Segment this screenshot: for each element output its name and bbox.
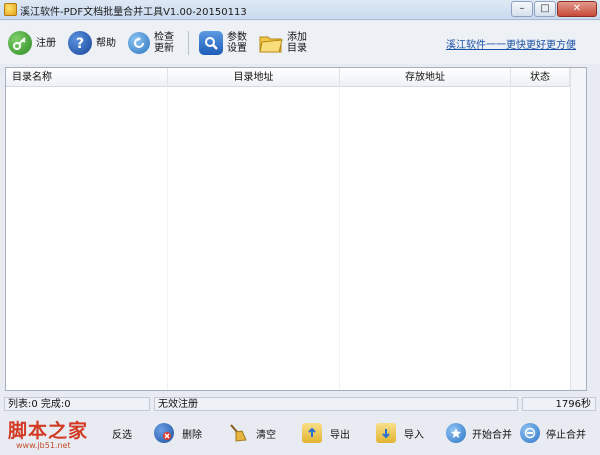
elapsed-time: 1796秒: [522, 397, 596, 411]
column-header-output[interactable]: 存放地址: [340, 68, 511, 87]
watermark-text: 脚本之家: [8, 420, 89, 442]
start-merge-label: 开始合并: [472, 429, 512, 441]
start-merge-button[interactable]: 开始合并: [446, 419, 512, 447]
svg-text:?: ?: [76, 36, 84, 51]
watermark: 脚本之家 www.jb51.net: [2, 414, 106, 454]
export-button[interactable]: 导出: [302, 419, 350, 447]
clear-label: 清空: [256, 429, 276, 441]
clear-button[interactable]: 清空: [228, 419, 276, 447]
column-header-status[interactable]: 状态: [511, 68, 570, 87]
toolbar: 注册 ? 帮助 检查更新 参数设置 添加目录 溪江软件一一更快更好更方便: [0, 21, 600, 64]
vertical-scrollbar[interactable]: [570, 68, 586, 390]
check-update-button[interactable]: 检查更新: [128, 28, 176, 58]
stop-icon: [520, 423, 540, 443]
directory-table[interactable]: 目录名称 目录地址 存放地址 状态: [5, 67, 587, 391]
settings-button[interactable]: 参数设置: [199, 28, 249, 58]
column-divider: [510, 87, 511, 390]
folder-icon: [259, 31, 283, 55]
start-icon: [446, 423, 466, 443]
list-count-status: 列表:0 完成:0: [4, 397, 150, 411]
import-button[interactable]: 导入: [376, 419, 424, 447]
import-icon: [376, 423, 396, 443]
export-icon: [302, 423, 322, 443]
registration-status: 无效注册: [154, 397, 518, 411]
import-label: 导入: [404, 429, 424, 441]
delete-label: 删除: [182, 429, 202, 441]
table-header: 目录名称 目录地址 存放地址 状态: [6, 68, 586, 87]
update-icon: [128, 32, 150, 54]
register-button[interactable]: 注册: [8, 28, 56, 58]
column-header-name[interactable]: 目录名称: [6, 68, 168, 87]
homepage-link[interactable]: 溪江软件一一更快更好更方便: [446, 36, 576, 51]
app-icon: [4, 3, 17, 16]
minimize-button[interactable]: –: [511, 1, 533, 17]
maximize-button[interactable]: □: [534, 1, 556, 17]
stop-merge-button[interactable]: 停止合并: [520, 419, 586, 447]
watermark-url: www.jb51.net: [16, 441, 71, 450]
settings-icon: [199, 31, 223, 55]
window-title: 溪江软件-PDF文档批量合并工具V1.00-20150113: [20, 7, 247, 18]
status-bar: 列表:0 完成:0 无效注册 1796秒: [0, 395, 600, 413]
help-label: 帮助: [96, 37, 116, 49]
delete-icon: [154, 423, 174, 443]
close-button[interactable]: ✕: [557, 1, 597, 17]
add-folder-button[interactable]: 添加目录: [259, 28, 309, 58]
toolbar-separator: [188, 31, 189, 55]
stop-merge-label: 停止合并: [546, 429, 586, 441]
help-button[interactable]: ? 帮助: [68, 28, 116, 58]
export-label: 导出: [330, 429, 350, 441]
column-divider: [167, 87, 168, 390]
invert-selection-label: 反选: [112, 429, 132, 441]
check-update-label: 检查更新: [154, 32, 174, 54]
help-icon: ?: [68, 31, 92, 55]
register-label: 注册: [36, 37, 56, 49]
column-header-path[interactable]: 目录地址: [168, 68, 340, 87]
add-folder-label: 添加目录: [287, 32, 307, 54]
settings-label: 参数设置: [227, 32, 247, 54]
delete-button[interactable]: 删除: [154, 419, 202, 447]
title-bar: 溪江软件-PDF文档批量合并工具V1.00-20150113 – □ ✕: [0, 0, 600, 20]
key-icon: [8, 31, 32, 55]
column-divider: [339, 87, 340, 390]
broom-icon: [228, 423, 248, 443]
